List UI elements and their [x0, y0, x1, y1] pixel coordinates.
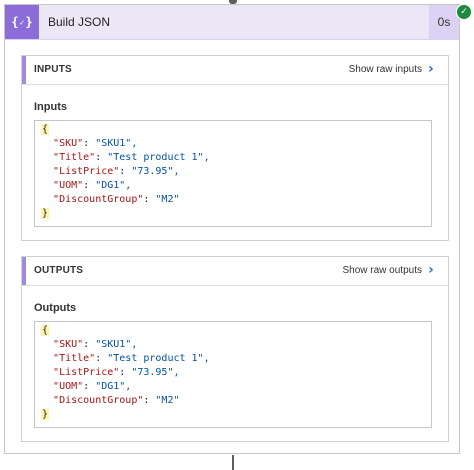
- action-title: Build JSON: [48, 15, 111, 29]
- chevron-right-icon[interactable]: ›: [428, 61, 440, 77]
- json-close-brace: }: [41, 409, 50, 420]
- json-value: "Test product 1",: [107, 152, 210, 163]
- json-key: "DiscountGroup": [53, 194, 144, 205]
- json-value: "DG1",: [95, 180, 132, 191]
- json-open-brace: {: [41, 124, 50, 135]
- json-key: "UOM": [53, 381, 84, 392]
- outputs-section-title: OUTPUTS: [34, 265, 84, 276]
- json-value: "SKU1",: [95, 138, 138, 149]
- json-key: "ListPrice": [53, 367, 120, 378]
- action-card: {✓} Build JSON 0s INPUTS Show raw inputs…: [4, 4, 472, 454]
- outputs-json-box[interactable]: { "SKU": "SKU1", "Title": "Test product …: [34, 321, 432, 428]
- inputs-field-label: Inputs: [34, 101, 67, 113]
- show-raw-inputs-link[interactable]: Show raw inputs: [349, 64, 422, 75]
- json-value: "DG1",: [95, 381, 132, 392]
- success-check-icon: ✓: [456, 4, 472, 20]
- outputs-section: OUTPUTS Show raw outputs › Outputs { "SK…: [21, 256, 449, 442]
- chevron-right-icon[interactable]: ›: [428, 262, 440, 278]
- json-key: "Title": [53, 353, 96, 364]
- flow-connector-line-bottom: [232, 455, 234, 470]
- inputs-section-accent: [22, 56, 26, 84]
- json-value: "M2": [155, 194, 180, 205]
- inputs-section: INPUTS Show raw inputs › Inputs { "SKU":…: [21, 55, 449, 241]
- show-raw-outputs-link[interactable]: Show raw outputs: [343, 265, 423, 276]
- json-close-brace: }: [41, 208, 50, 219]
- json-open-brace: {: [41, 325, 50, 336]
- outputs-section-header[interactable]: OUTPUTS Show raw outputs ›: [22, 257, 448, 286]
- json-key: "SKU": [53, 339, 84, 350]
- json-value: "M2": [155, 395, 180, 406]
- json-key: "Title": [53, 152, 96, 163]
- code-braces-icon: {✓}: [5, 5, 39, 39]
- action-duration: 0s: [429, 5, 459, 39]
- json-value: "SKU1",: [95, 339, 138, 350]
- inputs-section-header[interactable]: INPUTS Show raw inputs ›: [22, 56, 448, 85]
- json-value: "73.95",: [131, 367, 180, 378]
- json-key: "DiscountGroup": [53, 395, 144, 406]
- outputs-section-accent: [22, 257, 26, 285]
- json-value: "Test product 1",: [107, 353, 210, 364]
- json-key: "UOM": [53, 180, 84, 191]
- json-key: "ListPrice": [53, 166, 120, 177]
- action-header[interactable]: {✓} Build JSON 0s: [5, 5, 459, 40]
- json-key: "SKU": [53, 138, 84, 149]
- inputs-json-box[interactable]: { "SKU": "SKU1", "Title": "Test product …: [34, 120, 432, 227]
- inputs-section-title: INPUTS: [34, 64, 72, 75]
- outputs-field-label: Outputs: [34, 302, 77, 314]
- json-value: "73.95",: [131, 166, 180, 177]
